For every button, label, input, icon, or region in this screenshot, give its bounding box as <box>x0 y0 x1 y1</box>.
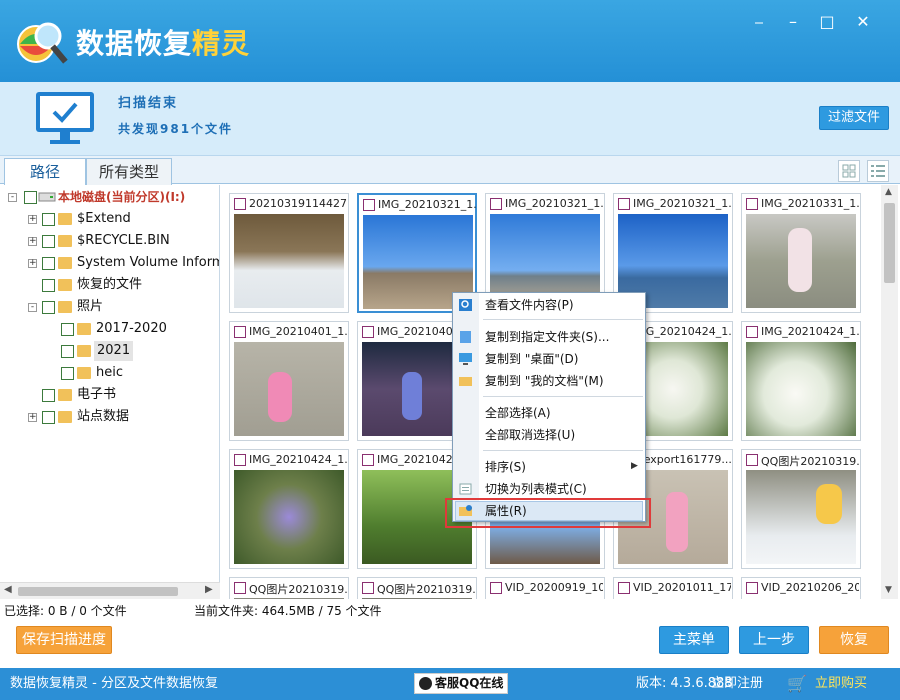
menu-copy-to-folder[interactable]: 复制到指定文件夹(S)... <box>479 327 645 348</box>
close-icon[interactable]: ✕ <box>850 10 876 34</box>
tree-node-heic[interactable]: heic <box>0 363 219 383</box>
file-thumb[interactable]: VID_20201011_17... <box>613 577 733 599</box>
main-menu-button[interactable]: 主菜单 <box>659 626 729 654</box>
info-bar: 已选择: 0 B / 0 个文件 当前文件夹: 464.5MB / 75 个文件 <box>0 601 900 621</box>
folder-icon <box>77 345 91 357</box>
app-title: 数据恢复精灵 <box>76 27 251 60</box>
folder-tree: - 本地磁盘(当前分区)(I:) + $Extend + $RECYCLE.BI… <box>0 185 220 582</box>
action-buttons: 保存扫描进度 主菜单 上一步 恢复 <box>0 621 900 661</box>
qq-support-button[interactable]: 客服QQ在线 <box>414 673 508 694</box>
menu-select-all[interactable]: 全部选择(A) <box>479 403 645 424</box>
file-thumb[interactable]: VID_20200919_10... <box>485 577 605 599</box>
tree-node-extend[interactable]: + $Extend <box>0 209 219 229</box>
scan-finished-label: 扫描结束 <box>118 96 179 111</box>
tree-node-drive[interactable]: - 本地磁盘(当前分区)(I:) <box>0 187 219 207</box>
file-thumb[interactable]: QQ图片20210319... <box>357 577 477 599</box>
drive-icon <box>38 192 56 202</box>
tree-node-system-volume[interactable]: + System Volume Information <box>0 253 219 273</box>
tab-all-types[interactable]: 所有类型 <box>86 158 172 185</box>
current-folder-info: 当前文件夹: 464.5MB / 75 个文件 <box>194 604 382 618</box>
folder-icon <box>58 411 72 423</box>
folder-icon <box>77 367 91 379</box>
cart-icon: 🛒 <box>787 674 807 693</box>
tree-node-2017-2020[interactable]: 2017-2020 <box>0 319 219 339</box>
tree-node-ebooks[interactable]: 电子书 <box>0 385 219 405</box>
previous-step-button[interactable]: 上一步 <box>739 626 809 654</box>
selected-info: 已选择: 0 B / 0 个文件 <box>4 604 127 618</box>
title-bar: 数据恢复精灵 ⎯ – □ ✕ <box>0 0 900 82</box>
folder-icon <box>58 279 72 291</box>
filter-files-button[interactable]: 过滤文件 <box>819 106 889 130</box>
save-scan-progress-button[interactable]: 保存扫描进度 <box>16 626 112 654</box>
menu-copy-to-documents[interactable]: 复制到 "我的文档"(M) <box>479 371 645 392</box>
recover-button[interactable]: 恢复 <box>819 626 889 654</box>
folder-icon <box>77 323 91 335</box>
copy-folder-icon <box>460 331 471 343</box>
menu-view-content[interactable]: 查看文件内容(P) <box>479 295 645 316</box>
list-view-icon[interactable] <box>867 160 889 182</box>
tree-horizontal-scrollbar[interactable]: ◀ ▶ <box>0 582 220 599</box>
tree-node-2021[interactable]: 2021 <box>0 341 219 361</box>
status-app-name: 数据恢复精灵 - 分区及文件数据恢复 <box>10 676 218 691</box>
view-tabs: 路径 所有类型 <box>0 156 900 185</box>
qq-penguin-icon <box>419 677 432 690</box>
buy-now-link[interactable]: 立即购买 <box>815 668 867 700</box>
tree-node-photos[interactable]: - 照片 <box>0 297 219 317</box>
menu-copy-to-desktop[interactable]: 复制到 "桌面"(D) <box>479 349 645 370</box>
folder-icon <box>58 257 72 269</box>
tree-node-recovered-files[interactable]: 恢复的文件 <box>0 275 219 295</box>
context-menu: 查看文件内容(P) 复制到指定文件夹(S)... 复制到 "桌面"(D) 复制到… <box>452 292 646 522</box>
status-bar: 数据恢复精灵 - 分区及文件数据恢复 客服QQ在线 版本: 4.3.6.888 … <box>0 668 900 700</box>
submenu-arrow-icon: ▶ <box>631 461 638 471</box>
file-thumb[interactable]: 20210319114427.j... <box>229 193 349 313</box>
documents-folder-icon <box>459 377 472 386</box>
file-thumb[interactable]: IMG_20210401_1... <box>229 321 349 441</box>
desktop-icon <box>459 353 472 365</box>
monitor-check-icon <box>36 92 94 144</box>
register-link[interactable]: 立即注册 <box>711 668 763 700</box>
minimize-icon[interactable]: – <box>780 10 806 34</box>
app-logo-icon <box>17 22 68 64</box>
tab-path[interactable]: 路径 <box>4 158 86 185</box>
menu-list-mode[interactable]: 切换为列表模式(C) <box>479 479 645 500</box>
file-thumb[interactable]: IMG_20210424_1... <box>741 321 861 441</box>
list-mode-icon <box>459 483 472 495</box>
folder-open-icon <box>58 301 72 313</box>
folder-icon <box>58 235 72 247</box>
file-thumb[interactable]: VID_20210206_20... <box>741 577 861 599</box>
scan-status-panel: 扫描结束 共发现981个文件 过滤文件 <box>0 82 900 156</box>
file-thumb[interactable]: IMG_20210331_1... <box>741 193 861 313</box>
thumbnail-view-icon[interactable] <box>838 160 860 182</box>
properties-highlight <box>445 498 651 528</box>
tree-node-site-data[interactable]: + 站点数据 <box>0 407 219 427</box>
files-found-label: 共发现981个文件 <box>118 122 234 136</box>
menu-deselect-all[interactable]: 全部取消选择(U) <box>479 425 645 446</box>
file-thumb[interactable]: QQ图片20210319... <box>741 449 861 569</box>
view-file-icon <box>459 299 472 311</box>
maximize-icon[interactable]: □ <box>814 10 840 34</box>
folder-icon <box>58 389 72 401</box>
tree-node-recycle-bin[interactable]: + $RECYCLE.BIN <box>0 231 219 251</box>
file-thumb[interactable]: QQ图片20210319... <box>229 577 349 599</box>
menu-sort[interactable]: 排序(S) <box>479 457 645 478</box>
folder-icon <box>58 213 72 225</box>
grid-vertical-scrollbar[interactable]: ▲ ▼ <box>881 185 898 599</box>
file-thumb[interactable]: IMG_20210424_1... <box>229 449 349 569</box>
menu-icon[interactable]: ⎯ <box>746 10 772 34</box>
